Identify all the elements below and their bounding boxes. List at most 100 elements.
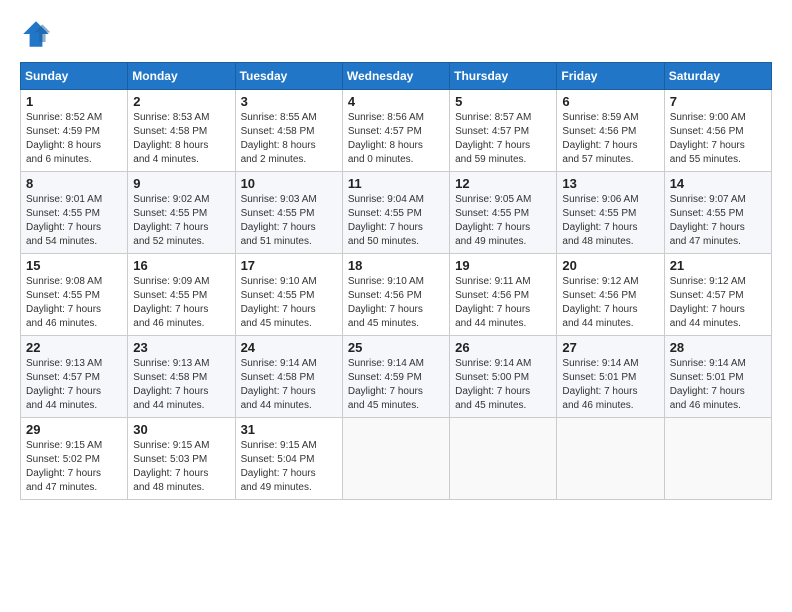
day-detail: Sunrise: 9:14 AMSunset: 5:00 PMDaylight:… xyxy=(455,357,551,413)
day-detail: Sunrise: 9:11 AMSunset: 4:56 PMDaylight:… xyxy=(455,275,551,331)
day-detail: Sunrise: 9:07 AMSunset: 4:55 PMDaylight:… xyxy=(670,193,766,249)
day-detail: Sunrise: 9:14 AMSunset: 4:58 PMDaylight:… xyxy=(241,357,337,413)
calendar-cell: 5 Sunrise: 8:57 AMSunset: 4:57 PMDaylight… xyxy=(450,90,557,172)
calendar-cell: 22 Sunrise: 9:13 AMSunset: 4:57 PMDayligh… xyxy=(21,336,128,418)
day-number: 13 xyxy=(562,176,658,191)
calendar-day-header: Friday xyxy=(557,63,664,90)
day-detail: Sunrise: 9:15 AMSunset: 5:04 PMDaylight:… xyxy=(241,439,337,495)
day-number: 26 xyxy=(455,340,551,355)
day-number: 30 xyxy=(133,422,229,437)
calendar-cell: 10Sunrise: 9:03 AMSunset: 4:55 PMDayligh… xyxy=(235,172,342,254)
day-detail: Sunrise: 9:12 AMSunset: 4:56 PMDaylight:… xyxy=(562,275,658,331)
day-detail: Sunrise: 9:13 AMSunset: 4:58 PMDaylight:… xyxy=(133,357,229,413)
day-detail: Sunrise: 9:14 AMSunset: 5:01 PMDaylight:… xyxy=(670,357,766,413)
calendar-day-header: Thursday xyxy=(450,63,557,90)
day-number: 29 xyxy=(26,422,122,437)
day-number: 19 xyxy=(455,258,551,273)
calendar-cell xyxy=(342,418,449,500)
day-number: 24 xyxy=(241,340,337,355)
calendar-cell: 1 Sunrise: 8:52 AMSunset: 4:59 PMDaylight… xyxy=(21,90,128,172)
calendar-week-row: 15 Sunrise: 9:08 AMSunset: 4:55 PMDayligh… xyxy=(21,254,772,336)
calendar-cell: 24 Sunrise: 9:14 AMSunset: 4:58 PMDayligh… xyxy=(235,336,342,418)
calendar-cell: 27Sunrise: 9:14 AMSunset: 5:01 PMDayligh… xyxy=(557,336,664,418)
calendar-cell: 25 Sunrise: 9:14 AMSunset: 4:59 PMDayligh… xyxy=(342,336,449,418)
day-detail: Sunrise: 8:59 AMSunset: 4:56 PMDaylight:… xyxy=(562,111,658,167)
calendar-week-row: 22 Sunrise: 9:13 AMSunset: 4:57 PMDayligh… xyxy=(21,336,772,418)
day-number: 27 xyxy=(562,340,658,355)
calendar-cell: 28 Sunrise: 9:14 AMSunset: 5:01 PMDayligh… xyxy=(664,336,771,418)
calendar-week-row: 1 Sunrise: 8:52 AMSunset: 4:59 PMDaylight… xyxy=(21,90,772,172)
calendar-cell: 16Sunrise: 9:09 AMSunset: 4:55 PMDayligh… xyxy=(128,254,235,336)
logo xyxy=(20,18,58,50)
page: SundayMondayTuesdayWednesdayThursdayFrid… xyxy=(0,0,792,510)
calendar-cell: 9 Sunrise: 9:02 AMSunset: 4:55 PMDaylight… xyxy=(128,172,235,254)
day-detail: Sunrise: 8:52 AMSunset: 4:59 PMDaylight:… xyxy=(26,111,122,167)
calendar-day-header: Wednesday xyxy=(342,63,449,90)
calendar-table: SundayMondayTuesdayWednesdayThursdayFrid… xyxy=(20,62,772,500)
calendar-cell: 2 Sunrise: 8:53 AMSunset: 4:58 PMDaylight… xyxy=(128,90,235,172)
calendar-cell: 29Sunrise: 9:15 AMSunset: 5:02 PMDayligh… xyxy=(21,418,128,500)
calendar-cell: 12Sunrise: 9:05 AMSunset: 4:55 PMDayligh… xyxy=(450,172,557,254)
day-number: 23 xyxy=(133,340,229,355)
calendar-cell: 13Sunrise: 9:06 AMSunset: 4:55 PMDayligh… xyxy=(557,172,664,254)
day-detail: Sunrise: 8:57 AMSunset: 4:57 PMDaylight:… xyxy=(455,111,551,167)
day-number: 15 xyxy=(26,258,122,273)
day-number: 17 xyxy=(241,258,337,273)
day-number: 2 xyxy=(133,94,229,109)
day-number: 6 xyxy=(562,94,658,109)
day-detail: Sunrise: 9:10 AMSunset: 4:55 PMDaylight:… xyxy=(241,275,337,331)
day-number: 25 xyxy=(348,340,444,355)
day-number: 5 xyxy=(455,94,551,109)
calendar-day-header: Monday xyxy=(128,63,235,90)
day-number: 18 xyxy=(348,258,444,273)
calendar-cell: 21 Sunrise: 9:12 AMSunset: 4:57 PMDayligh… xyxy=(664,254,771,336)
day-number: 21 xyxy=(670,258,766,273)
day-number: 11 xyxy=(348,176,444,191)
calendar-cell: 31 Sunrise: 9:15 AMSunset: 5:04 PMDayligh… xyxy=(235,418,342,500)
calendar-day-header: Tuesday xyxy=(235,63,342,90)
day-number: 28 xyxy=(670,340,766,355)
calendar-day-header: Saturday xyxy=(664,63,771,90)
calendar-header-row: SundayMondayTuesdayWednesdayThursdayFrid… xyxy=(21,63,772,90)
calendar-cell: 14 Sunrise: 9:07 AMSunset: 4:55 PMDayligh… xyxy=(664,172,771,254)
day-detail: Sunrise: 8:55 AMSunset: 4:58 PMDaylight:… xyxy=(241,111,337,167)
calendar-cell: 23 Sunrise: 9:13 AMSunset: 4:58 PMDayligh… xyxy=(128,336,235,418)
day-detail: Sunrise: 9:12 AMSunset: 4:57 PMDaylight:… xyxy=(670,275,766,331)
day-number: 22 xyxy=(26,340,122,355)
calendar-cell: 19 Sunrise: 9:11 AMSunset: 4:56 PMDayligh… xyxy=(450,254,557,336)
calendar-cell: 7 Sunrise: 9:00 AMSunset: 4:56 PMDaylight… xyxy=(664,90,771,172)
day-number: 10 xyxy=(241,176,337,191)
day-detail: Sunrise: 9:08 AMSunset: 4:55 PMDaylight:… xyxy=(26,275,122,331)
calendar-week-row: 29Sunrise: 9:15 AMSunset: 5:02 PMDayligh… xyxy=(21,418,772,500)
day-detail: Sunrise: 8:53 AMSunset: 4:58 PMDaylight:… xyxy=(133,111,229,167)
calendar-week-row: 8 Sunrise: 9:01 AMSunset: 4:55 PMDaylight… xyxy=(21,172,772,254)
day-detail: Sunrise: 9:10 AMSunset: 4:56 PMDaylight:… xyxy=(348,275,444,331)
day-number: 3 xyxy=(241,94,337,109)
day-number: 4 xyxy=(348,94,444,109)
calendar-cell: 6 Sunrise: 8:59 AMSunset: 4:56 PMDaylight… xyxy=(557,90,664,172)
calendar-cell xyxy=(557,418,664,500)
day-number: 8 xyxy=(26,176,122,191)
day-number: 14 xyxy=(670,176,766,191)
day-detail: Sunrise: 9:14 AMSunset: 4:59 PMDaylight:… xyxy=(348,357,444,413)
day-number: 9 xyxy=(133,176,229,191)
day-number: 20 xyxy=(562,258,658,273)
day-detail: Sunrise: 9:09 AMSunset: 4:55 PMDaylight:… xyxy=(133,275,229,331)
day-number: 1 xyxy=(26,94,122,109)
calendar-cell: 30Sunrise: 9:15 AMSunset: 5:03 PMDayligh… xyxy=(128,418,235,500)
calendar-cell: 18 Sunrise: 9:10 AMSunset: 4:56 PMDayligh… xyxy=(342,254,449,336)
calendar-cell: 4Sunrise: 8:56 AMSunset: 4:57 PMDaylight… xyxy=(342,90,449,172)
calendar-cell xyxy=(664,418,771,500)
day-number: 7 xyxy=(670,94,766,109)
logo-icon xyxy=(20,18,52,50)
day-detail: Sunrise: 9:02 AMSunset: 4:55 PMDaylight:… xyxy=(133,193,229,249)
day-detail: Sunrise: 9:00 AMSunset: 4:56 PMDaylight:… xyxy=(670,111,766,167)
calendar-cell: 11Sunrise: 9:04 AMSunset: 4:55 PMDayligh… xyxy=(342,172,449,254)
day-detail: Sunrise: 9:13 AMSunset: 4:57 PMDaylight:… xyxy=(26,357,122,413)
calendar-cell: 20 Sunrise: 9:12 AMSunset: 4:56 PMDayligh… xyxy=(557,254,664,336)
day-number: 31 xyxy=(241,422,337,437)
calendar-cell: 17 Sunrise: 9:10 AMSunset: 4:55 PMDayligh… xyxy=(235,254,342,336)
calendar-cell xyxy=(450,418,557,500)
day-detail: Sunrise: 9:01 AMSunset: 4:55 PMDaylight:… xyxy=(26,193,122,249)
calendar-cell: 26 Sunrise: 9:14 AMSunset: 5:00 PMDayligh… xyxy=(450,336,557,418)
